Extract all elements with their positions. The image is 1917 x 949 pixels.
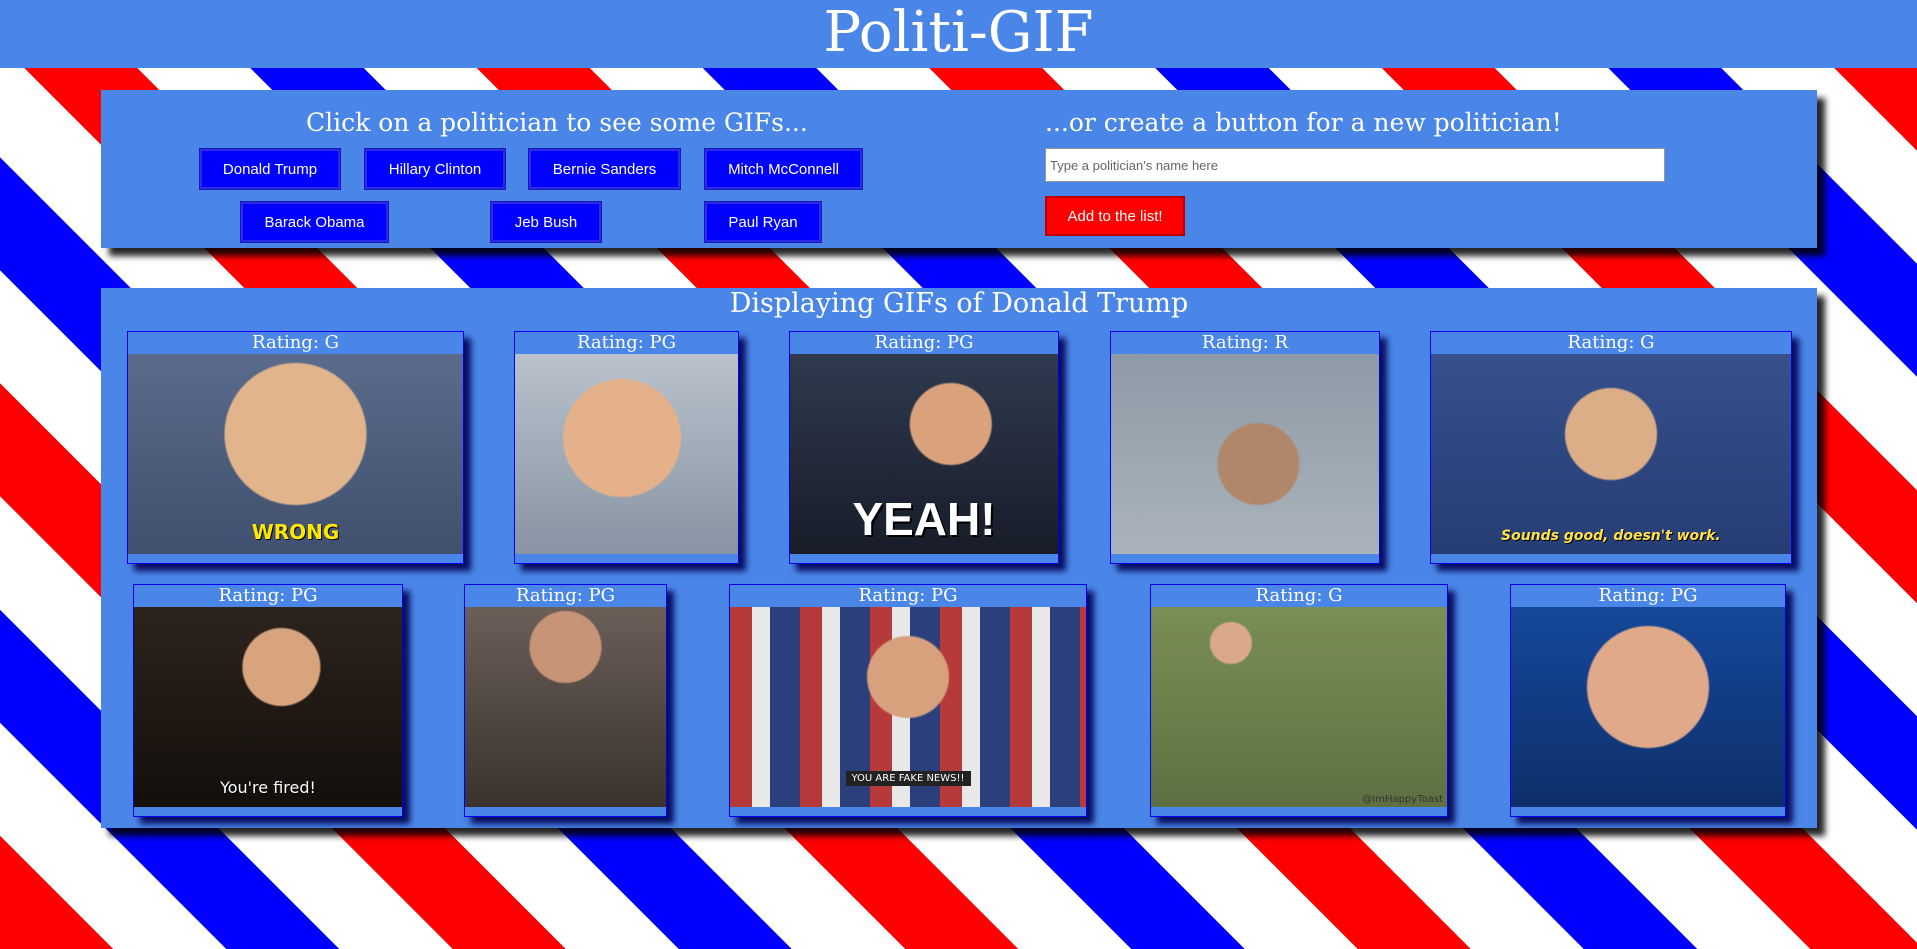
gif-rating: Rating: G [252,332,339,353]
gif-image[interactable]: WRONG [128,354,463,554]
gif-image[interactable]: YEAH! [790,354,1058,554]
gif-card[interactable]: Rating: PG [1510,584,1786,817]
gif-caption: YOU ARE FAKE NEWS!! [845,771,971,786]
gif-rating: Rating: PG [515,585,616,606]
gif-card[interactable]: Rating: PG [464,584,667,817]
gif-rating: Rating: G [1255,585,1343,606]
politician-button-mitch-mcconnell[interactable]: Mitch McConnell [704,148,863,190]
politician-name-input[interactable] [1045,148,1665,182]
politician-button-jeb-bush[interactable]: Jeb Bush [490,201,602,243]
gif-caption: You're fired! [220,778,316,797]
add-to-list-button[interactable]: Add to the list! [1045,196,1185,236]
gif-rating: Rating: PG [1598,585,1698,606]
gif-image[interactable] [465,607,666,807]
politician-button-barack-obama[interactable]: Barack Obama [240,201,389,243]
gif-card[interactable]: Rating: G Sounds good, doesn't work. [1430,331,1792,564]
politician-buttons-heading: Click on a politician to see some GIFs..… [306,108,808,137]
gif-rating: Rating: PG [218,585,318,606]
gif-card[interactable]: Rating: G @ImHappyToast [1150,584,1448,817]
gif-rating: Rating: R [1201,332,1289,353]
gif-caption-box: YOU ARE FAKE NEWS!! [730,766,1086,786]
gif-card[interactable]: Rating: PG YEAH! [789,331,1059,564]
gif-caption: WRONG [251,520,340,544]
gif-card[interactable]: Rating: PG YOU ARE FAKE NEWS!! [729,584,1087,817]
gif-image[interactable] [515,354,738,554]
gif-image[interactable] [1111,354,1379,554]
gif-rating: Rating: G [1567,332,1655,353]
politician-button-bernie-sanders[interactable]: Bernie Sanders [528,148,681,190]
gif-caption: @ImHappyToast [1362,794,1443,805]
gif-card[interactable]: Rating: G WRONG [127,331,464,564]
gif-card[interactable]: Rating: R [1110,331,1380,564]
politician-button-donald-trump[interactable]: Donald Trump [199,148,341,190]
gif-image[interactable]: YOU ARE FAKE NEWS!! [730,607,1086,807]
gif-card[interactable]: Rating: PG [514,331,739,564]
gif-image[interactable]: @ImHappyToast [1151,607,1447,807]
page-header: Politi-GIF [0,0,1917,68]
gif-card[interactable]: Rating: PG You're fired! [133,584,403,817]
gif-rating: Rating: PG [874,332,974,353]
create-button-heading: ...or create a button for a new politici… [1045,108,1562,137]
gif-rating: Rating: PG [576,332,677,353]
gif-image[interactable]: Sounds good, doesn't work. [1431,354,1791,554]
politician-button-hillary-clinton[interactable]: Hillary Clinton [364,148,506,190]
gif-caption: Sounds good, doesn't work. [1501,528,1721,544]
gif-caption: YEAH! [852,493,996,545]
gif-image[interactable]: You're fired! [134,607,402,807]
gif-rating: Rating: PG [858,585,958,606]
gif-results-panel: Displaying GIFs of Donald Trump Rating: … [101,288,1817,828]
politician-button-paul-ryan[interactable]: Paul Ryan [704,201,822,243]
gif-image[interactable] [1511,607,1785,807]
gif-results-heading: Displaying GIFs of Donald Trump [729,288,1189,319]
controls-panel: Click on a politician to see some GIFs..… [101,90,1817,248]
site-title: Politi-GIF [823,0,1094,65]
